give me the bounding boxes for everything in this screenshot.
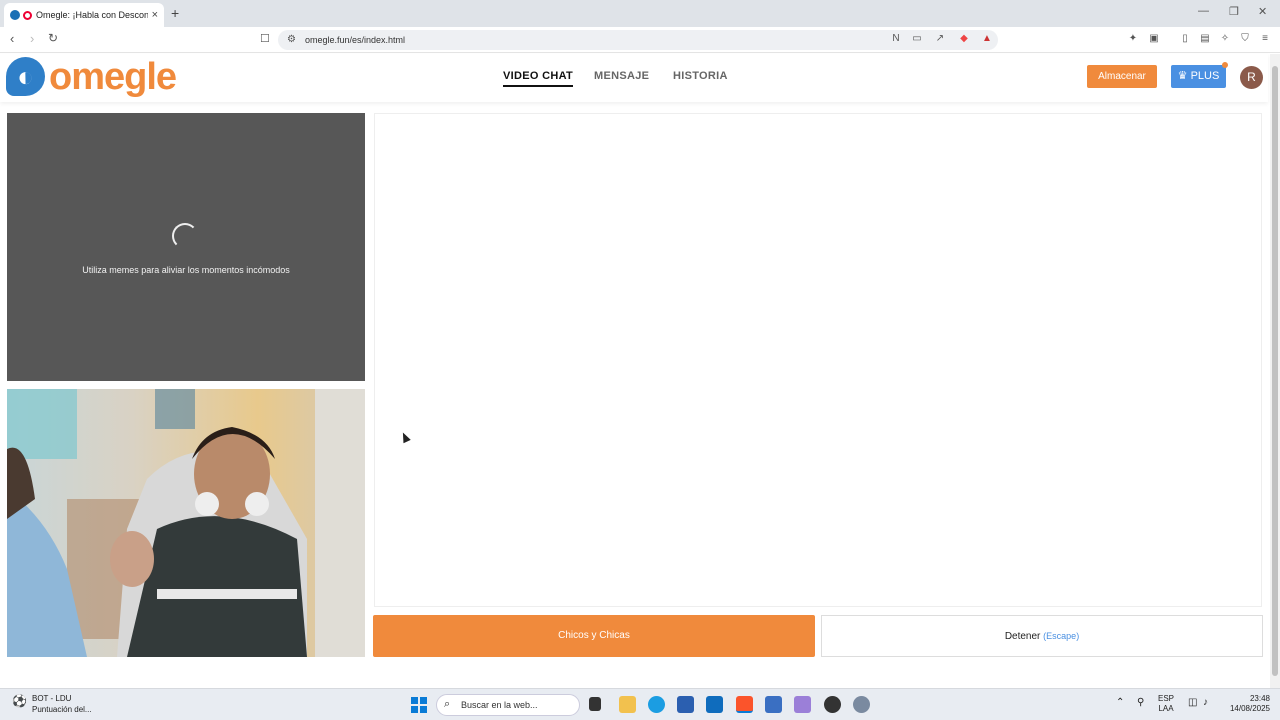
chat-log (374, 113, 1262, 607)
settings-icon[interactable] (853, 696, 870, 713)
nav-historia[interactable]: HISTORIA (673, 70, 728, 82)
cast-icon[interactable]: ▭ (911, 33, 923, 45)
stop-button-hint: (Escape) (1043, 631, 1080, 641)
tab-close-icon[interactable]: × (152, 9, 158, 21)
logo-bubble-icon: ◐ (6, 57, 45, 96)
edge-icon[interactable] (648, 696, 665, 713)
lang-line2: LAA (1158, 704, 1174, 713)
site-header: ◐ omegle VIDEO CHAT MENSAJE HISTORIA Alm… (0, 54, 1268, 102)
recording-icon (23, 10, 32, 20)
store-app-icon[interactable] (677, 696, 694, 713)
new-tab-button[interactable]: + (171, 5, 179, 21)
plus-button[interactable]: ♛ PLUS (1171, 65, 1226, 88)
site-info-icon[interactable]: ⚙ (287, 34, 296, 45)
avatar[interactable]: R (1240, 66, 1263, 89)
loading-spinner-icon (172, 223, 198, 249)
close-window-button[interactable]: ✕ (1258, 5, 1267, 18)
task-view-icon[interactable] (589, 697, 601, 711)
brave-shield-icon[interactable]: ◆ (958, 33, 970, 45)
nav-video-chat[interactable]: VIDEO CHAT (503, 70, 574, 87)
microphone-icon[interactable]: ⚲ (1137, 698, 1144, 708)
gender-filter-button[interactable]: Chicos y Chicas (373, 615, 815, 657)
reload-icon[interactable]: ↻ (48, 31, 58, 45)
widget-line1: BOT - LDU (32, 694, 72, 703)
tray-chevron-icon[interactable]: ⌃ (1116, 698, 1124, 708)
forward-arrow-icon[interactable]: › (30, 31, 34, 46)
news-widget[interactable]: ⚽ BOT - LDU Puntuación del... (12, 693, 92, 715)
volume-icon[interactable]: ♪ (1203, 698, 1208, 708)
stop-button[interactable]: Detener (Escape) (821, 615, 1263, 657)
clock-date: 14/08/2025 (1229, 704, 1270, 713)
notification-dot (1222, 62, 1228, 68)
browser-tab[interactable]: Omegle: ¡Habla con Desconocidos! × (4, 3, 164, 27)
extensions-icon[interactable]: ✦ (1127, 33, 1139, 45)
app-icon-3[interactable] (824, 696, 841, 713)
browser-toolbar: ‹ › ↻ ☐ ⚙ omegle.fun/es/index.html N ▭ ↗… (0, 27, 1280, 53)
omegle-favicon-icon (10, 10, 20, 20)
network-icon[interactable]: ◫ (1188, 698, 1197, 708)
vpn-icon[interactable]: ⛉ (1239, 33, 1251, 45)
search-icon: ⌕ (444, 698, 451, 710)
scrollbar-thumb[interactable] (1272, 66, 1278, 676)
taskbar-search-text: Buscar en la web... (461, 700, 538, 710)
screenshot-icon[interactable]: ▣ (1148, 33, 1160, 45)
outlook-icon[interactable] (706, 696, 723, 713)
stranger-video: Utiliza memes para aliviar los momentos … (7, 113, 365, 381)
browser-tab-bar: Omegle: ¡Habla con Desconocidos! × + — ❐… (0, 0, 1280, 27)
lang-line1: ESP (1158, 694, 1175, 703)
translate-icon[interactable]: N (890, 33, 902, 45)
self-video (7, 389, 365, 657)
minimize-button[interactable]: — (1198, 5, 1209, 17)
tab-title: Omegle: ¡Habla con Desconocidos! (36, 10, 148, 20)
nav-mensaje[interactable]: MENSAJE (594, 70, 649, 82)
logo-text: omegle (49, 55, 177, 98)
clock[interactable]: 23:48 14/08/2025 (1224, 694, 1270, 714)
menu-icon[interactable]: ≡ (1259, 33, 1271, 45)
leo-ai-icon[interactable]: ✧ (1219, 33, 1231, 45)
store-button[interactable]: Almacenar (1087, 65, 1157, 88)
stranger-tip-text: Utiliza memes para aliviar los momentos … (82, 265, 290, 275)
clock-time: 23:48 (1249, 694, 1270, 703)
language-indicator[interactable]: ESP LAA (1158, 694, 1174, 714)
taskbar-search[interactable]: ⌕ Buscar en la web... (436, 694, 580, 716)
stop-button-label: Detener (1004, 631, 1041, 642)
url-text: omegle.fun/es/index.html (305, 35, 406, 45)
bookmark-icon[interactable]: ☐ (260, 32, 270, 45)
page-scrollbar[interactable] (1270, 54, 1280, 688)
windows-start-icon[interactable] (411, 697, 427, 713)
brave-icon[interactable] (736, 696, 753, 713)
app-icon-2[interactable] (794, 696, 811, 713)
rewards-icon[interactable]: ▲ (981, 33, 993, 45)
restore-button[interactable]: ❐ (1229, 5, 1239, 18)
back-arrow-icon[interactable]: ‹ (10, 31, 14, 46)
omegle-logo[interactable]: ◐ omegle (6, 55, 177, 98)
widget-line2: Puntuación del... (32, 705, 92, 714)
webcam-feed-image (7, 389, 365, 657)
taskbar: ⚽ BOT - LDU Puntuación del... ⌕ Buscar e… (0, 688, 1280, 720)
wallet-icon[interactable]: ▤ (1199, 33, 1211, 45)
file-explorer-icon[interactable] (619, 696, 636, 713)
sports-icon: ⚽ (12, 694, 27, 708)
sidebar-icon[interactable]: ▯ (1179, 33, 1191, 45)
app-icon-1[interactable] (765, 696, 782, 713)
share-icon[interactable]: ↗ (934, 33, 946, 45)
